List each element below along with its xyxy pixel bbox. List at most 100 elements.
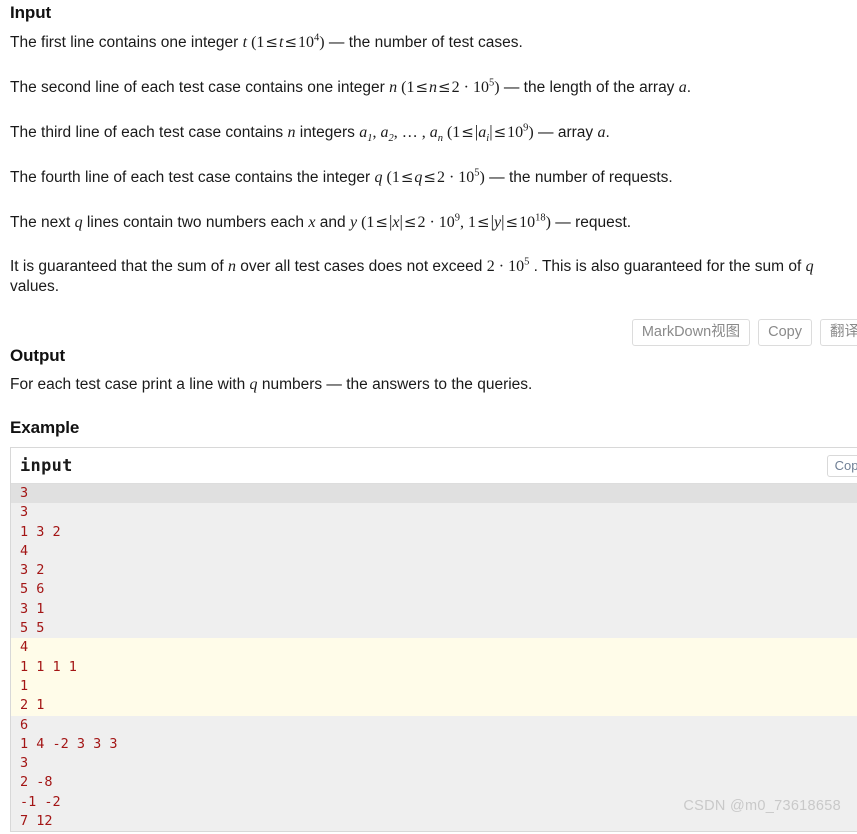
math-abs-ai: |ai| (474, 122, 493, 145)
math-var-y: y (349, 214, 358, 231)
code-line: 2 1 (11, 696, 857, 716)
input-paragraph-2: The second line of each test case contai… (10, 77, 847, 98)
math-leq: ≤ (403, 213, 417, 231)
input-paragraph-2-tail: — the length of the array (499, 79, 679, 96)
math-ellipsis: , … , (393, 124, 430, 141)
input-paragraph-1: The first line contains one integer t (1… (10, 32, 847, 53)
math-power-10-9: 109 (507, 122, 529, 141)
math-group-1: (1 (247, 34, 265, 51)
math-leq: ≤ (461, 123, 474, 141)
math-power-10-4: 104 (298, 32, 320, 51)
code-line: 5 5 (11, 619, 857, 639)
code-block-header: input Copy (11, 448, 857, 484)
code-line: 6 (11, 715, 857, 735)
input-paragraph-6: It is guaranteed that the sum of n over … (10, 257, 847, 297)
math-cdot: · (425, 214, 439, 231)
input-paragraph-3-period: . (605, 124, 610, 141)
input-paragraph-1-text: The first line contains one integer (10, 34, 243, 51)
math-cdot: · (444, 169, 459, 186)
math-leq: ≤ (415, 78, 429, 96)
math-leq: ≤ (284, 33, 298, 51)
code-line: 3 1 (11, 599, 857, 620)
math-group-3: (1 (442, 124, 461, 141)
code-copy-button[interactable]: Copy (826, 454, 857, 477)
output-section-heading: Output (10, 346, 66, 365)
code-line: 4 (11, 541, 857, 562)
math-abs-x: |x| (388, 212, 403, 231)
code-line: 5 6 (11, 580, 857, 600)
input-paragraph-5: The next q lines contain two numbers eac… (10, 212, 847, 233)
code-block-body[interactable]: 331 3 243 25 63 15 541 1 1 112 161 4 -2 … (11, 484, 857, 832)
input-paragraph-5-tail: — request. (550, 214, 632, 231)
math-cdot: · (494, 258, 509, 275)
input-paragraph-2-period: . (686, 79, 692, 96)
input-paragraph-3-tail: — array (533, 124, 598, 141)
math-var-a: a (678, 79, 687, 96)
code-line: 1 4 -2 3 3 3 (11, 734, 857, 755)
code-line: 7 12 (11, 812, 857, 832)
math-cdot: · (459, 79, 473, 96)
input-paragraph-6-text-2: over all test cases does not exceed (236, 258, 487, 275)
math-abs-y: |y| (490, 212, 505, 231)
math-leq: ≤ (438, 78, 451, 96)
input-paragraph-6-text: It is guaranteed that the sum of (10, 258, 228, 275)
code-line: 3 2 (11, 561, 857, 581)
code-line: 1 3 2 (11, 522, 857, 542)
input-paragraph-3-text: The third line of each test case contain… (10, 124, 288, 141)
math-leq: ≤ (265, 33, 278, 51)
output-paragraph-text: For each test case print a line with (10, 376, 250, 393)
code-line: 1 1 1 1 (11, 657, 857, 677)
example-code-block: input Copy 331 3 243 25 63 15 541 1 1 11… (10, 447, 857, 833)
code-block-title: input (20, 455, 73, 476)
markdown-view-button[interactable]: MarkDown视图 (631, 319, 751, 346)
math-power-10-18: 1018 (519, 212, 546, 231)
math-var-q-3: q (74, 214, 83, 231)
math-const-2d: 2 (486, 258, 495, 275)
math-power-10-5: 105 (472, 77, 495, 96)
output-paragraph-tail: numbers — the answers to the queries. (257, 376, 533, 393)
input-paragraph-6-text-4: values. (10, 278, 60, 295)
math-leq: ≤ (505, 213, 519, 231)
math-var-q-5: q (249, 376, 258, 393)
code-line: 2 -8 (11, 773, 857, 793)
code-line: -1 -2 (11, 792, 857, 813)
math-var-n-4: n (228, 258, 236, 275)
code-line: 4 (11, 638, 857, 658)
input-paragraph-1-tail: — the number of test cases. (324, 34, 523, 51)
input-paragraph-4-text: The fourth line of each test case contai… (10, 169, 375, 186)
input-paragraph-5-and: and (315, 214, 350, 231)
math-var-a2: a2 (380, 124, 394, 145)
math-leq: ≤ (423, 168, 436, 186)
code-line: 3 (11, 484, 857, 504)
math-var-n-2: n (429, 79, 438, 96)
math-leq: ≤ (400, 168, 414, 186)
math-var-n: n (389, 79, 398, 96)
code-line: 1 (11, 676, 857, 697)
math-power-10-5b: 105 (458, 167, 480, 186)
math-leq: ≤ (375, 213, 388, 231)
math-group-4: (1 (382, 169, 400, 186)
math-var-a1: a1 (359, 124, 373, 145)
math-const-2: 2 (451, 79, 460, 96)
copy-button[interactable]: Copy (758, 319, 812, 346)
math-group-5: (1 (357, 214, 375, 231)
input-paragraph-5-text-2: lines contain two numbers each (82, 214, 309, 231)
math-power-10-5c: 105 (508, 256, 530, 275)
input-paragraph-5-text: The next (10, 214, 75, 231)
math-group-2: (1 (397, 79, 415, 96)
math-var-an: an (429, 124, 443, 145)
math-comma-2: , 1 (460, 214, 477, 231)
code-line: 3 (11, 754, 857, 774)
math-power-10-9b: 109 (438, 212, 461, 231)
article-toolbar: MarkDown视图 Copy 翻译 (10, 319, 857, 346)
article-body: Input The first line contains one intege… (0, 0, 857, 833)
output-paragraph: For each test case print a line with q n… (10, 375, 847, 395)
input-section-heading: Input (10, 3, 52, 22)
math-const-2b: 2 (436, 169, 445, 186)
input-paragraph-3: The third line of each test case contain… (10, 122, 847, 145)
translate-button[interactable]: 翻译 (820, 319, 857, 346)
input-paragraph-3-text-2: integers (295, 124, 360, 141)
input-paragraph-4-tail: — the number of requests. (484, 169, 673, 186)
input-paragraph-2-text: The second line of each test case contai… (10, 79, 390, 96)
input-paragraph-6-text-3: . This is also guaranteed for the sum of (529, 258, 806, 275)
